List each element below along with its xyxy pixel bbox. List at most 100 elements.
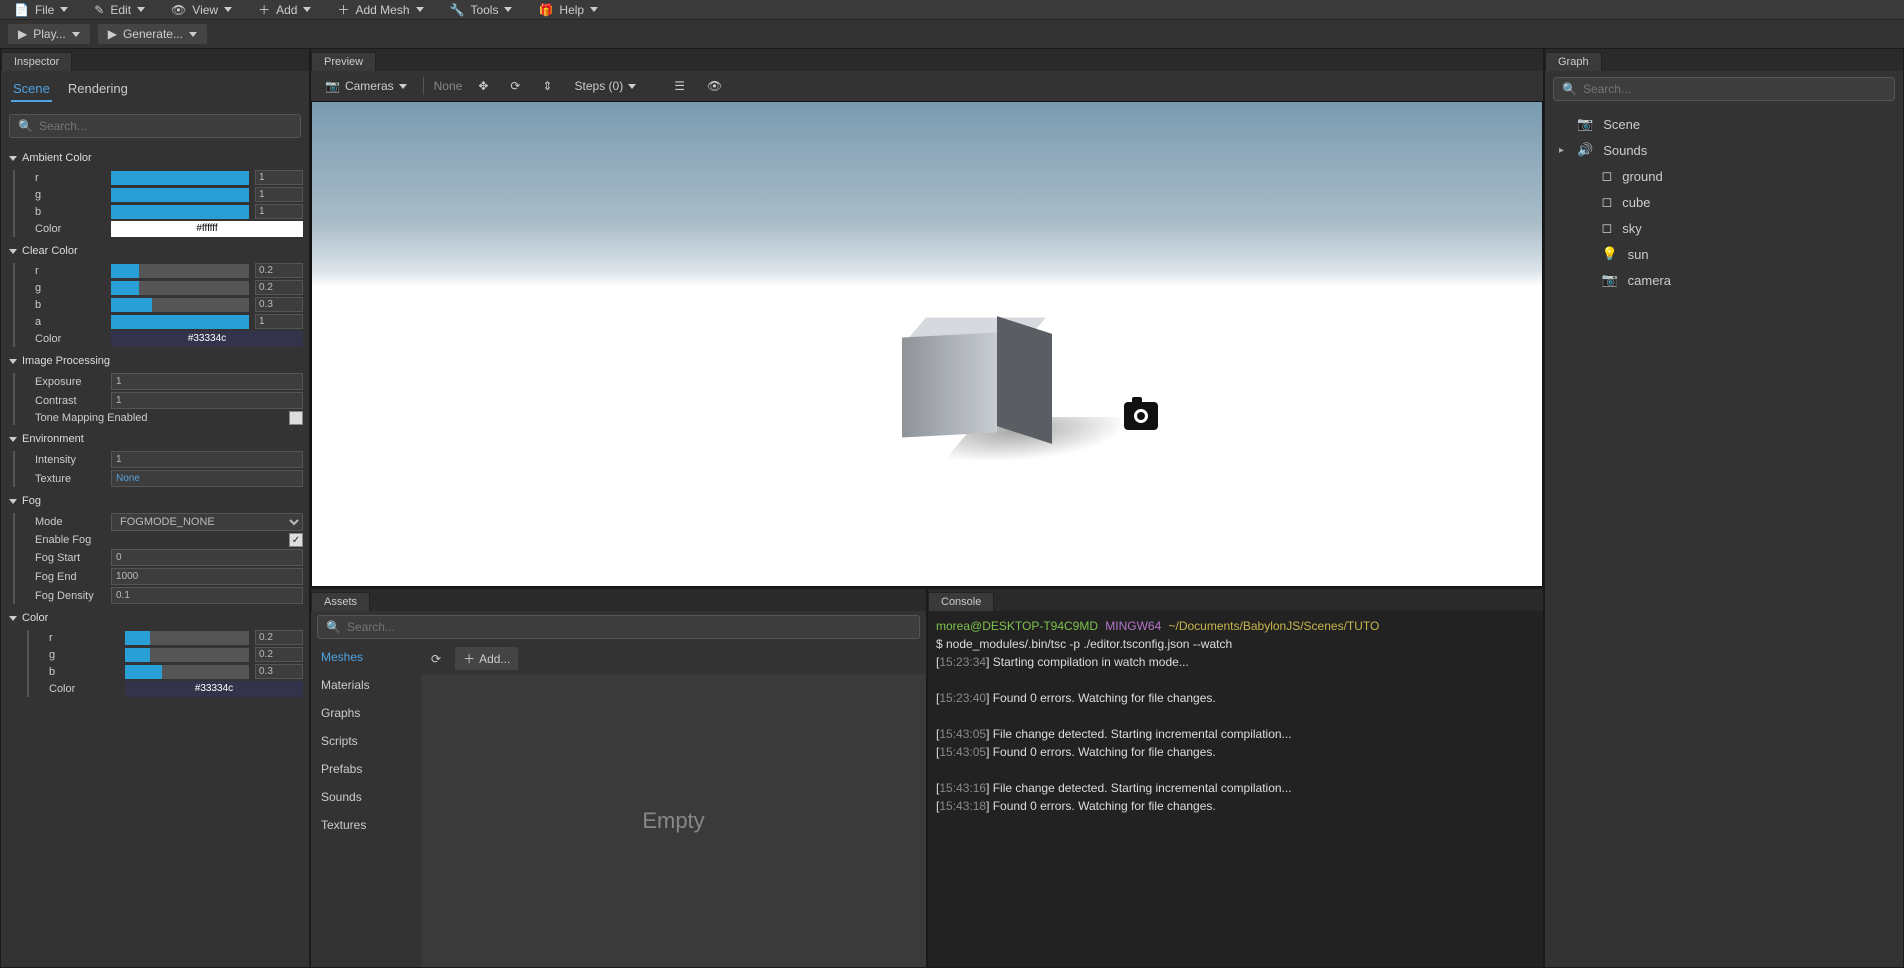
slider-r[interactable] bbox=[111, 171, 249, 185]
label-texture: Texture bbox=[35, 473, 105, 485]
section-ambient-color[interactable]: Ambient Color bbox=[7, 148, 303, 168]
cat-graphs[interactable]: Graphs bbox=[311, 699, 421, 727]
cat-scripts[interactable]: Scripts bbox=[311, 727, 421, 755]
cat-textures[interactable]: Textures bbox=[311, 811, 421, 839]
slider-b[interactable] bbox=[111, 205, 249, 219]
section-fog[interactable]: Fog bbox=[7, 491, 303, 511]
inspector-search[interactable]: 🔍 bbox=[9, 114, 301, 138]
value-r[interactable]: 0.2 bbox=[255, 630, 303, 645]
rotate-gizmo[interactable]: ⟳ bbox=[504, 76, 526, 96]
play-button[interactable]: ▶Play... bbox=[8, 24, 90, 44]
value-a[interactable]: 1 bbox=[255, 314, 303, 329]
slider-r[interactable] bbox=[125, 631, 249, 645]
texture-field[interactable]: None bbox=[111, 470, 303, 487]
value-g[interactable]: 1 bbox=[255, 187, 303, 202]
preview-tab[interactable]: Preview bbox=[311, 52, 376, 71]
value-g[interactable]: 0.2 bbox=[255, 647, 303, 662]
menu-edit[interactable]: ✎Edit bbox=[86, 1, 153, 19]
color-chip[interactable]: #33334c bbox=[111, 331, 303, 347]
slider-a[interactable] bbox=[111, 315, 249, 329]
menu-tools[interactable]: 🔧Tools bbox=[442, 1, 521, 19]
console-output[interactable]: morea@DESKTOP-T94C9MD MINGW64 ~/Document… bbox=[928, 611, 1543, 967]
menu-help[interactable]: 🎁Help bbox=[530, 1, 606, 19]
fog-start-field[interactable]: 0 bbox=[111, 549, 303, 566]
subtab-rendering[interactable]: Rendering bbox=[66, 77, 130, 102]
label-contrast: Contrast bbox=[35, 395, 105, 407]
cat-meshes[interactable]: Meshes bbox=[311, 643, 421, 671]
slider-r[interactable] bbox=[111, 264, 249, 278]
steps-dropdown[interactable]: Steps (0) bbox=[569, 76, 643, 96]
graph-item-scene[interactable]: 📷Scene bbox=[1553, 111, 1895, 137]
assets-search-input[interactable] bbox=[347, 620, 911, 634]
move-gizmo[interactable]: ✥ bbox=[472, 76, 494, 96]
value-r[interactable]: 0.2 bbox=[255, 263, 303, 278]
cat-sounds[interactable]: Sounds bbox=[311, 783, 421, 811]
label-fog-end: Fog End bbox=[35, 571, 105, 583]
slider-g[interactable] bbox=[111, 281, 249, 295]
eye-icon[interactable]: 👁 bbox=[701, 76, 728, 96]
graph-item-label: sun bbox=[1628, 247, 1649, 262]
value-b[interactable]: 0.3 bbox=[255, 297, 303, 312]
chevron-down-icon bbox=[224, 7, 232, 12]
menu-file[interactable]: 📄File bbox=[6, 1, 76, 19]
slider-g[interactable] bbox=[125, 648, 249, 662]
value-b[interactable]: 0.3 bbox=[255, 664, 303, 679]
graph-item-sun[interactable]: 💡sun bbox=[1553, 241, 1895, 267]
viewport[interactable] bbox=[311, 101, 1543, 587]
section-title: Clear Color bbox=[22, 245, 78, 257]
add-asset-button[interactable]: ＋Add... bbox=[455, 647, 518, 670]
fog-mode-select[interactable]: FOGMODE_NONE bbox=[111, 513, 303, 531]
slider-g[interactable] bbox=[111, 188, 249, 202]
hamburger-icon[interactable]: ☰ bbox=[668, 76, 691, 96]
tone-checkbox[interactable] bbox=[289, 411, 303, 425]
scale-gizmo[interactable]: ⇕ bbox=[536, 76, 558, 96]
value-g[interactable]: 0.2 bbox=[255, 280, 303, 295]
refresh-button[interactable]: ⟳ bbox=[425, 649, 447, 669]
contrast-field[interactable]: 1 bbox=[111, 392, 303, 409]
graph-item-camera[interactable]: 📷camera bbox=[1553, 267, 1895, 293]
graph-search-input[interactable] bbox=[1583, 82, 1886, 96]
graph-item-sky[interactable]: ◻sky bbox=[1553, 215, 1895, 241]
graph-search[interactable]: 🔍 bbox=[1553, 77, 1895, 101]
fog-density-field[interactable]: 0.1 bbox=[111, 587, 303, 604]
cat-materials[interactable]: Materials bbox=[311, 671, 421, 699]
label-r: r bbox=[35, 172, 105, 184]
graph-item-sounds[interactable]: ▸🔊Sounds bbox=[1553, 137, 1895, 163]
exposure-field[interactable]: 1 bbox=[111, 373, 303, 390]
gizmo-none[interactable]: None bbox=[434, 79, 463, 93]
section-environment[interactable]: Environment bbox=[7, 429, 303, 449]
fog-end-field[interactable]: 1000 bbox=[111, 568, 303, 585]
value-r[interactable]: 1 bbox=[255, 170, 303, 185]
console-tab[interactable]: Console bbox=[928, 592, 994, 611]
inspector-search-input[interactable] bbox=[39, 119, 292, 133]
slider-b[interactable] bbox=[125, 665, 249, 679]
box-icon: ◻ bbox=[1601, 168, 1612, 184]
subtab-scene[interactable]: Scene bbox=[11, 77, 52, 102]
section-clear-color[interactable]: Clear Color bbox=[7, 241, 303, 261]
menu-add-mesh[interactable]: ＋Add Mesh bbox=[329, 0, 431, 20]
assets-search[interactable]: 🔍 bbox=[317, 615, 920, 639]
assets-tab[interactable]: Assets bbox=[311, 592, 370, 611]
file-icon: 📄 bbox=[14, 3, 29, 17]
assets-panel: Assets 🔍 Meshes Materials Graphs Scripts… bbox=[310, 588, 927, 968]
assets-empty: Empty bbox=[421, 674, 926, 967]
menu-view[interactable]: 👁View bbox=[163, 1, 240, 19]
cat-prefabs[interactable]: Prefabs bbox=[311, 755, 421, 783]
enable-fog-checkbox[interactable] bbox=[289, 533, 303, 547]
color-chip[interactable]: #ffffff bbox=[111, 221, 303, 237]
cameras-dropdown[interactable]: 📷Cameras bbox=[319, 76, 413, 96]
value-b[interactable]: 1 bbox=[255, 204, 303, 219]
section-fog-color[interactable]: Color bbox=[7, 608, 303, 628]
slider-b[interactable] bbox=[111, 298, 249, 312]
intensity-field[interactable]: 1 bbox=[111, 451, 303, 468]
menu-add[interactable]: ＋Add bbox=[250, 0, 319, 20]
inspector-tab[interactable]: Inspector bbox=[1, 52, 72, 71]
section-image-processing[interactable]: Image Processing bbox=[7, 351, 303, 371]
chevron-down-icon bbox=[9, 499, 17, 504]
graph-item-cube[interactable]: ◻cube bbox=[1553, 189, 1895, 215]
graph-item-ground[interactable]: ◻ground bbox=[1553, 163, 1895, 189]
color-chip[interactable]: #33334c bbox=[125, 681, 303, 697]
generate-button[interactable]: ▶Generate... bbox=[98, 24, 207, 44]
gift-icon: 🎁 bbox=[538, 3, 553, 17]
graph-tab[interactable]: Graph bbox=[1545, 52, 1602, 71]
